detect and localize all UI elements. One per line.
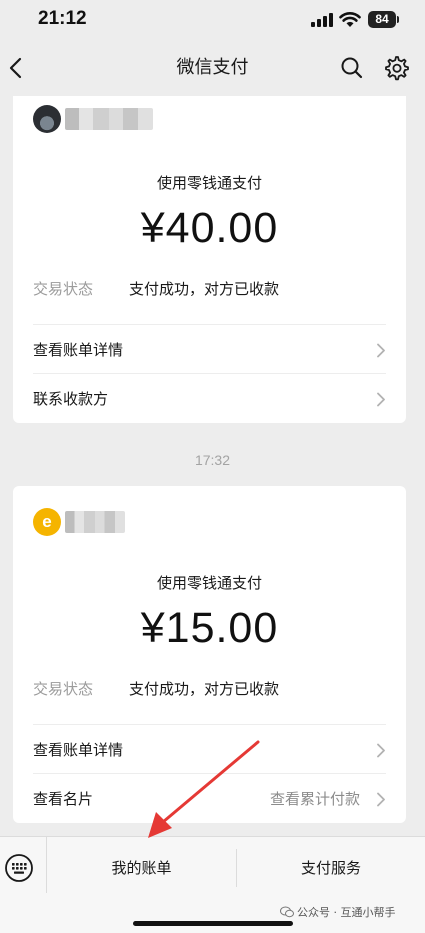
view-cumulative-payments-link[interactable]: 查看累计付款: [270, 774, 360, 824]
battery-indicator: 84: [368, 11, 396, 28]
merchant-avatar: e: [33, 508, 61, 536]
payment-card-2[interactable]: e 使用零钱通支付 ¥15.00 交易状态 支付成功，对方已收款 查看账单详情 查…: [13, 486, 406, 823]
keyboard-icon[interactable]: [4, 853, 34, 883]
wifi-icon: [339, 12, 361, 27]
view-bill-details-row[interactable]: 查看账单详情: [33, 724, 386, 774]
merchant-name-blurred: [65, 108, 153, 130]
watermark: 公众号 · 互通小帮手: [280, 904, 396, 920]
message-timestamp: 17:32: [194, 452, 231, 468]
row-label: 查看名片: [33, 790, 94, 808]
transaction-status-row: 交易状态 支付成功，对方已收款: [33, 278, 393, 299]
wechat-official-account-icon: [280, 906, 294, 918]
status-time: 21:12: [38, 8, 87, 29]
chevron-right-icon: [377, 392, 385, 407]
signal-icon: [311, 13, 333, 27]
view-bill-details-row[interactable]: 查看账单详情: [33, 324, 386, 374]
transaction-status-row: 交易状态 支付成功，对方已收款: [33, 678, 393, 699]
nav-bar: 微信支付: [0, 40, 425, 96]
home-indicator: [133, 921, 293, 926]
gear-icon[interactable]: [383, 55, 409, 81]
payment-card-1[interactable]: 使用零钱通支付 ¥40.00 交易状态 支付成功，对方已收款 查看账单详情 联系收…: [13, 96, 406, 423]
search-icon[interactable]: [340, 56, 364, 80]
battery-tip: [397, 16, 399, 23]
contact-payee-row[interactable]: 联系收款方: [33, 373, 386, 423]
chevron-right-icon: [377, 792, 385, 807]
status-label: 交易状态: [33, 680, 94, 698]
status-value: 支付成功，对方已收款: [129, 680, 280, 698]
chevron-right-icon: [377, 743, 385, 758]
back-arrow-icon[interactable]: [6, 54, 26, 82]
status-bar: 21:12 84: [0, 0, 425, 40]
payment-amount: ¥40.00: [140, 204, 279, 252]
row-label: 查看账单详情: [33, 341, 124, 359]
row-label: 联系收款方: [33, 390, 109, 408]
merchant-avatar: [33, 105, 61, 133]
payment-method: 使用零钱通支付: [156, 174, 262, 192]
payment-services-button[interactable]: 支付服务: [237, 837, 425, 899]
status-value: 支付成功，对方已收款: [129, 280, 280, 298]
merchant-name-blurred: [65, 511, 125, 533]
row-label: 查看账单详情: [33, 741, 124, 759]
watermark-text: 公众号 · 互通小帮手: [297, 906, 396, 919]
payment-method: 使用零钱通支付: [156, 574, 262, 592]
view-business-card-row[interactable]: 查看名片 查看累计付款: [33, 773, 386, 823]
my-bills-button[interactable]: 我的账单: [47, 837, 236, 899]
payment-amount: ¥15.00: [140, 604, 279, 652]
bottom-menu-bar: 我的账单 支付服务 公众号 · 互通小帮手: [0, 836, 425, 933]
chevron-right-icon: [377, 343, 385, 358]
status-label: 交易状态: [33, 280, 94, 298]
